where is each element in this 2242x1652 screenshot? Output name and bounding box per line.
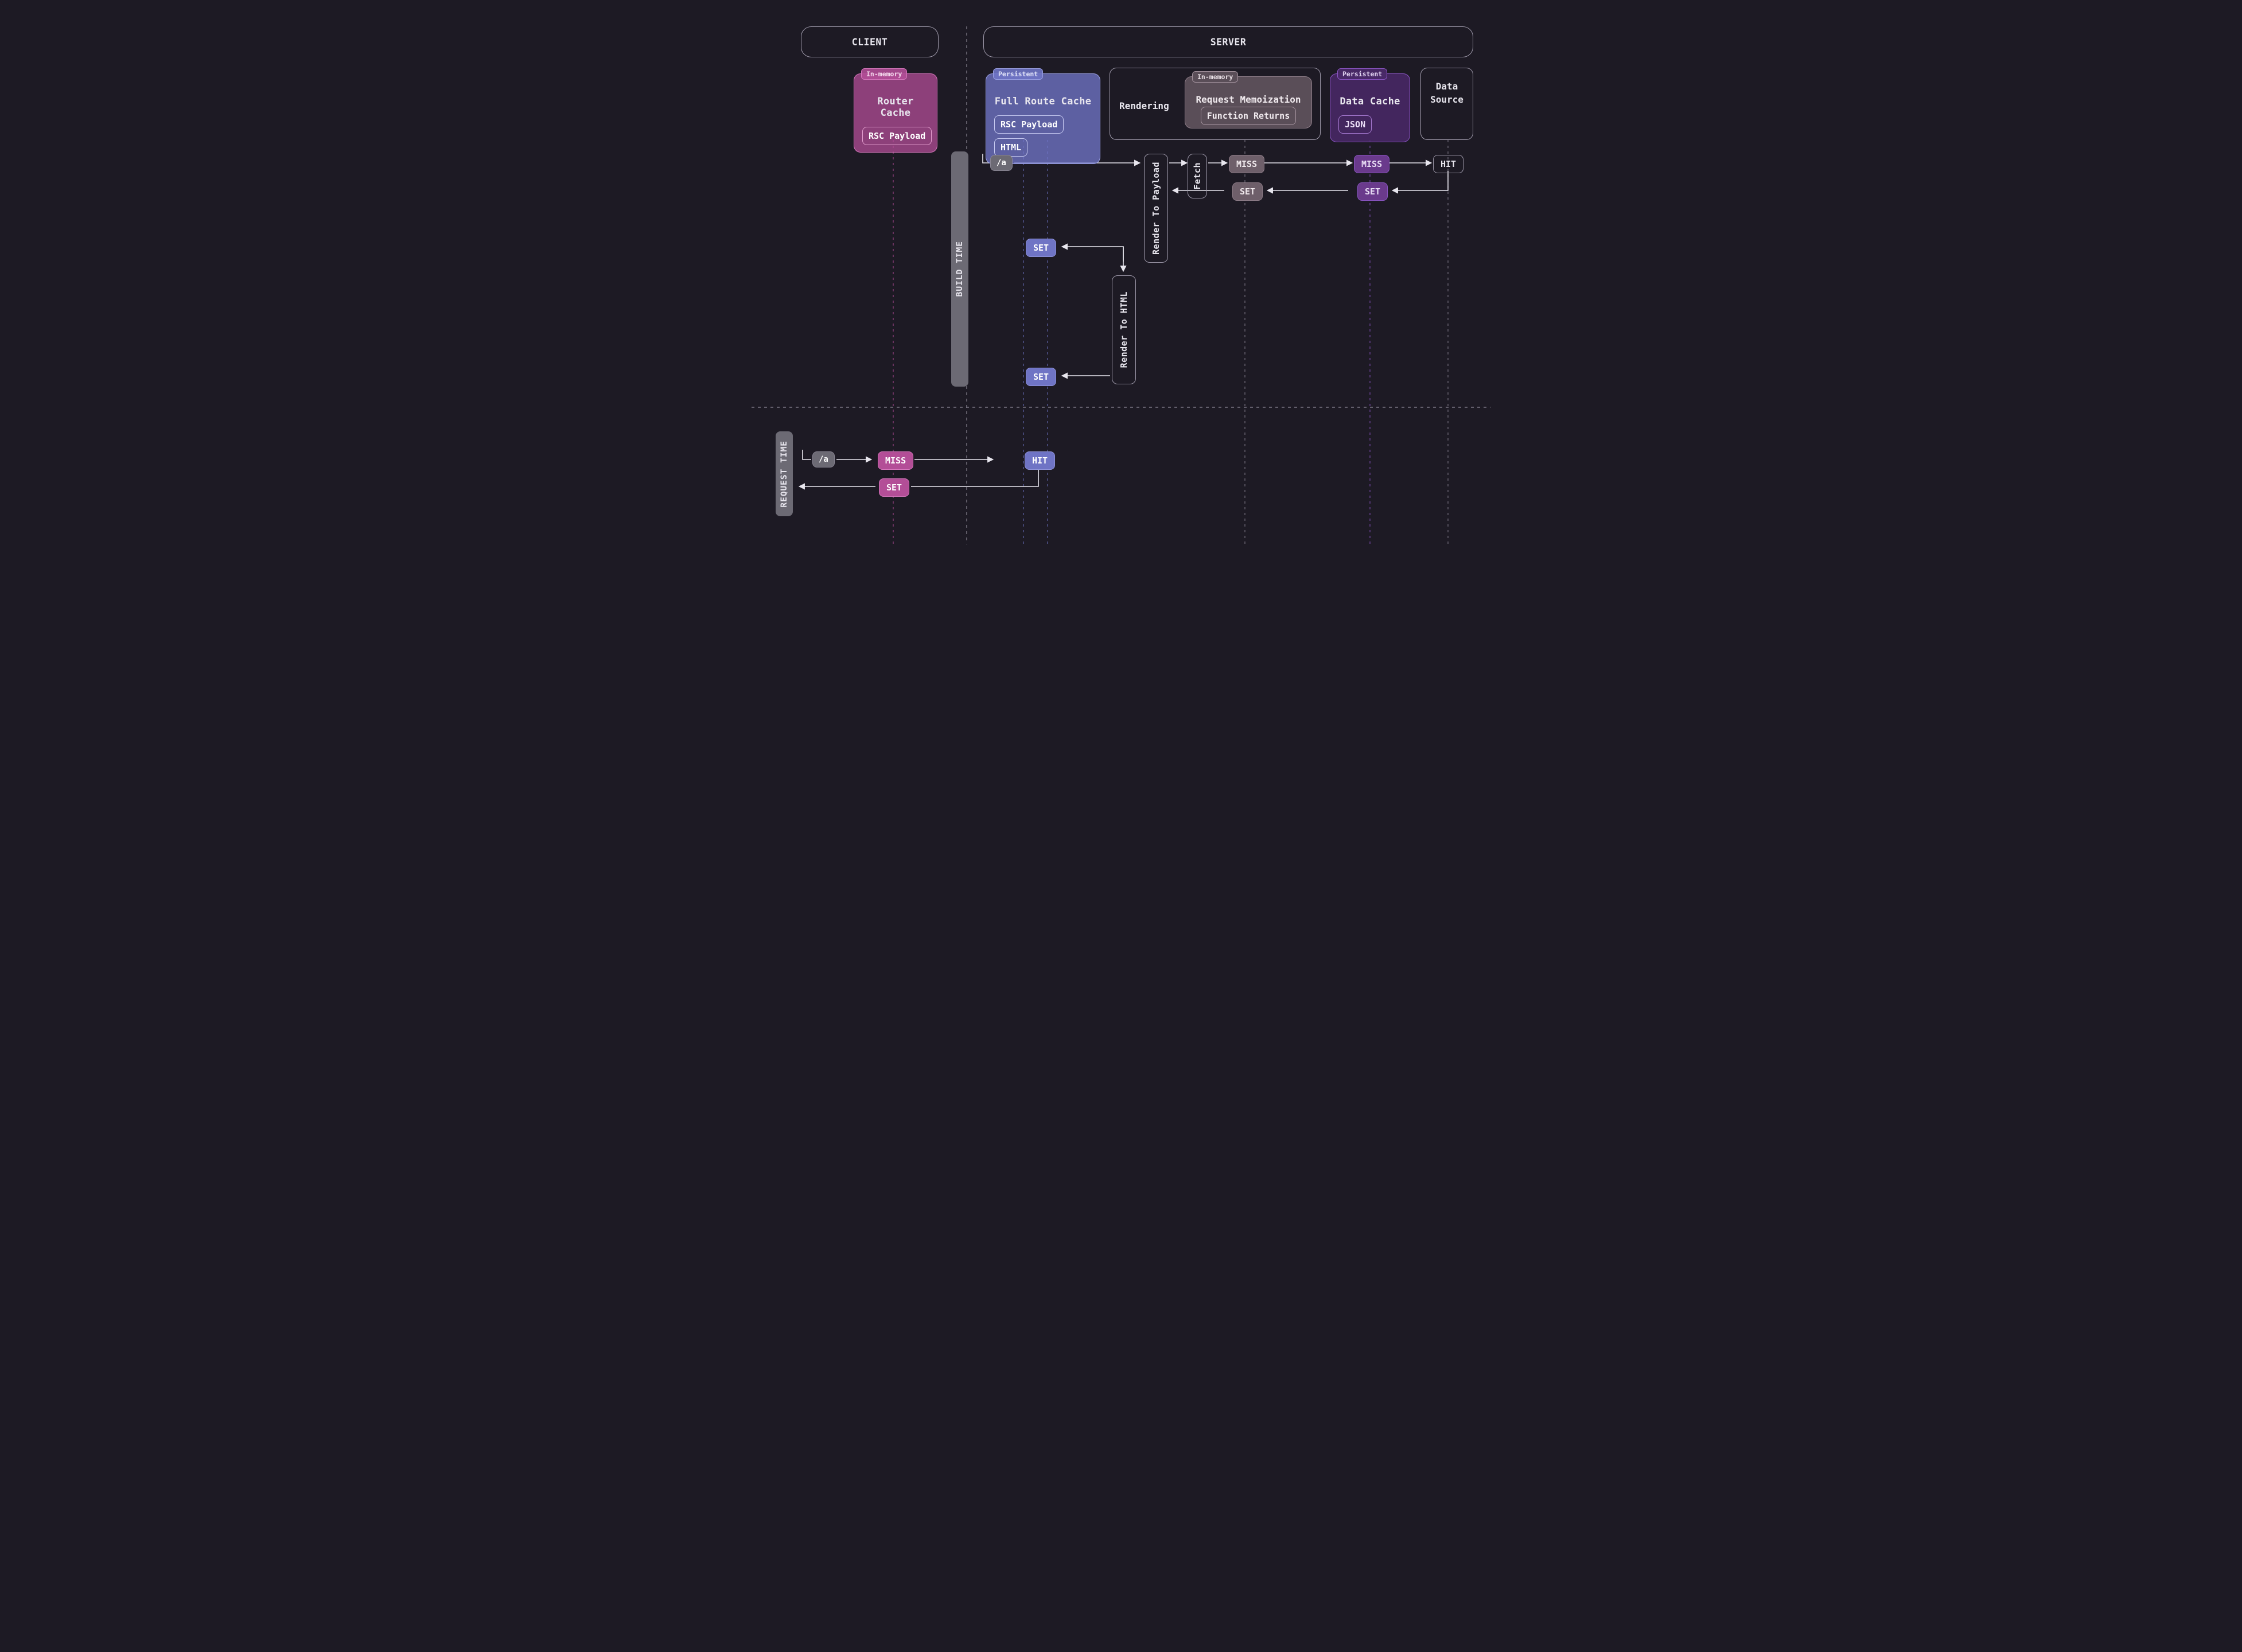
tag-storage-fullroute: Persistent: [993, 68, 1043, 80]
fetch-label: Fetch: [1192, 162, 1202, 190]
phase-request-time: REQUEST TIME: [776, 431, 793, 516]
region-server: SERVER: [983, 26, 1473, 57]
chip-rsc-payload-router: RSC Payload: [862, 127, 932, 145]
card-data-source: Data Source: [1420, 68, 1473, 140]
region-client-label: CLIENT: [852, 37, 888, 48]
route-build: /a: [990, 155, 1013, 171]
chip-json: JSON: [1338, 115, 1372, 134]
tag-storage-router: In-memory: [861, 68, 907, 80]
route-request: /a: [812, 451, 835, 467]
data-source-label-1: Data: [1436, 81, 1458, 92]
data-source-label-2: Source: [1430, 94, 1463, 105]
router-cache-title: Router Cache: [862, 96, 929, 119]
tag-set-memo: SET: [1232, 182, 1263, 201]
proc-render-to-html: Render To HTML: [1112, 275, 1136, 384]
tag-miss-datacache: MISS: [1354, 155, 1389, 173]
tag-hit-fullroute: HIT: [1025, 451, 1055, 470]
card-request-memoization: In-memory Request Memoization Function R…: [1185, 76, 1312, 128]
chip-rsc-payload-fullroute: RSC Payload: [994, 115, 1064, 134]
region-client: CLIENT: [801, 26, 939, 57]
phase-build-label: BUILD TIME: [955, 241, 964, 297]
phase-build-time: BUILD TIME: [951, 151, 968, 387]
tag-set-datacache: SET: [1357, 182, 1388, 201]
proc-fetch: Fetch: [1188, 154, 1207, 198]
rendering-label: Rendering: [1119, 100, 1169, 111]
card-full-route-cache: Persistent Full Route Cache RSC Payload …: [986, 73, 1100, 164]
chip-function-returns: Function Returns: [1201, 107, 1297, 125]
tag-set-router: SET: [879, 478, 909, 497]
render-payload-label: Render To Payload: [1151, 162, 1161, 255]
proc-render-to-payload: Render To Payload: [1144, 154, 1168, 263]
tag-set-fullroute-html: SET: [1026, 368, 1056, 386]
tag-storage-memo: In-memory: [1192, 71, 1238, 83]
render-html-label: Render To HTML: [1119, 291, 1129, 368]
tag-miss-memo: MISS: [1229, 155, 1264, 173]
card-data-cache: Persistent Data Cache JSON: [1330, 73, 1410, 142]
memo-title: Request Memoization: [1193, 94, 1303, 105]
tag-miss-router: MISS: [878, 451, 913, 470]
tag-storage-datacache: Persistent: [1337, 68, 1387, 80]
data-cache-title: Data Cache: [1338, 96, 1402, 107]
chip-html-fullroute: HTML: [994, 138, 1027, 157]
tag-hit-datasource: HIT: [1433, 155, 1463, 173]
card-router-cache: In-memory Router Cache RSC Payload: [854, 73, 937, 153]
tag-set-fullroute-rsc: SET: [1026, 239, 1056, 257]
phase-request-label: REQUEST TIME: [780, 441, 789, 508]
region-server-label: SERVER: [1210, 37, 1247, 48]
caching-diagram: CLIENT SERVER In-memory Router Cache RSC…: [752, 0, 1490, 544]
card-rendering: Rendering In-memory Request Memoization …: [1110, 68, 1321, 140]
full-route-title: Full Route Cache: [994, 96, 1092, 107]
